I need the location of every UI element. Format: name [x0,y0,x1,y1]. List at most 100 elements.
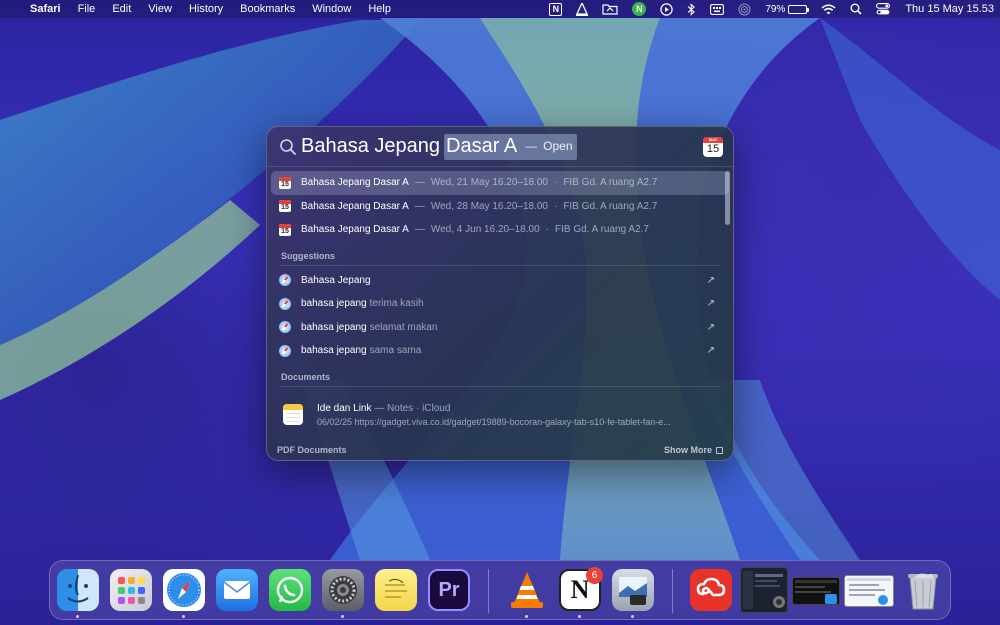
dock-preview-icon[interactable] [612,569,654,611]
event-time: Wed, 21 May 16.20–18.00 [430,177,548,189]
dock-trash-icon[interactable] [902,569,944,611]
notion-menu-icon[interactable]: N [549,2,563,16]
dock-creative-cloud-icon[interactable] [690,569,732,611]
search-icon [280,138,296,155]
event-sep: · [545,224,549,236]
folder-sync-icon[interactable] [602,2,618,16]
event-title: Bahasa Jepang Dasar A [301,224,409,236]
event-title: Bahasa Jepang Dasar A [301,177,409,189]
pdf-documents-header: PDF Documents [277,445,347,455]
notion-badge: 6 [586,567,603,584]
document-title: Ide dan Link [317,402,372,414]
wifi-icon[interactable] [821,2,836,16]
menu-file[interactable]: File [78,3,96,15]
dock-mail-icon[interactable] [216,569,258,611]
event-sep: · [553,200,558,212]
spotlight-results: 15 Bahasa Jepang Dasar A — Wed, 21 May 1… [267,167,733,434]
calendar-preview-icon: MAY 15 [703,136,723,157]
event-location: FIB Gd. A ruang A2.7 [555,224,649,236]
spotlight-footer: PDF Documents Show More [267,443,733,457]
keyboard-icon[interactable] [710,2,725,16]
open-arrow-icon: ↗ [706,345,715,357]
spotlight-search-icon[interactable] [850,2,862,16]
event-dash: — [414,224,425,236]
query-typed-text: Bahasa Jepang [301,135,441,157]
notes-icon [283,404,303,425]
dock-safari-icon[interactable] [163,569,205,611]
suggestion-text: Bahasa Jepang [301,274,371,286]
menu-history[interactable]: History [189,3,223,15]
vlc-running-dot [525,615,528,618]
menu-view[interactable]: View [148,3,172,15]
dock-system-settings-icon[interactable] [322,569,364,611]
show-more-label: Show More [663,445,712,455]
preview-running-dot [631,615,634,618]
event-title: Bahasa Jepang Dasar A [301,200,409,212]
calendar-icon: 15 [279,200,291,213]
event-result-2[interactable]: 15 Bahasa Jepang Dasar A — Wed, 28 May 1… [271,195,729,219]
menu-bar: Safari File Edit View History Bookmarks … [0,0,1000,18]
suggestion-text: bahasa jepang [301,321,367,333]
suggestion-item-3[interactable]: bahasa jepang selamat makan ↗ [271,316,729,340]
dock-whatsapp-icon[interactable] [269,569,311,611]
safari-icon [279,274,291,287]
show-more-button[interactable]: Show More [664,445,723,455]
dock-window-thumbnail-1[interactable] [740,567,788,613]
vlc-menu-icon[interactable] [576,2,589,16]
spotlight-search-input[interactable]: Bahasa Jepang Dasar A — Open [301,133,577,160]
menu-clock[interactable]: Thu 15 May 15.53 [905,3,994,15]
results-scrollbar[interactable] [725,171,730,225]
query-dash: — [525,139,538,153]
dock-launchpad-icon[interactable] [110,569,152,611]
suggestion-item-1[interactable]: Bahasa Jepang ↗ [271,269,729,293]
open-arrow-icon: ↗ [706,321,715,333]
menu-edit[interactable]: Edit [112,3,131,15]
suggestions-header: Suggestions [281,250,336,261]
event-result-3[interactable]: 15 Bahasa Jepang Dasar A — Wed, 4 Jun 16… [271,218,729,242]
dock-window-thumbnail-2[interactable] [792,577,840,605]
document-subtitle: 06/02/25 https://gadget.viva.co.id/gadge… [317,416,671,427]
event-sep: · [553,177,558,189]
event-location: FIB Gd. A ruang A2.7 [563,177,658,189]
airplay-audio-icon[interactable] [738,2,751,16]
bluetooth-icon[interactable] [687,2,696,16]
calendar-icon: 15 [279,223,291,236]
suggestions-divider [279,264,721,266]
document-title-line: Ide dan Link — Notes · iCloud [317,403,671,414]
suggestion-item-2[interactable]: bahasa jepang terima kasih ↗ [271,292,729,316]
dock-vlc-icon[interactable] [506,569,548,611]
battery-icon [788,4,810,14]
event-location: FIB Gd. A ruang A2.7 [563,200,658,212]
battery-status[interactable]: 79% [765,2,810,16]
premiere-glyph: Pr [438,579,460,601]
dock-divider-1 [488,569,489,613]
document-result[interactable]: Ide dan Link — Notes · iCloud 06/02/25 h… [271,390,729,434]
control-center-icon[interactable] [876,2,891,16]
suggestion-rest: terima kasih [369,298,424,310]
menu-app-name[interactable]: Safari [30,3,61,15]
suggestion-text: bahasa jepang [301,298,367,310]
safari-icon [279,321,291,334]
safari-running-dot [182,615,185,618]
query-autocomplete: Dasar A — Open [444,133,577,160]
open-arrow-icon: ↗ [706,274,715,286]
document-meta: — Notes · iCloud [374,402,451,414]
dock-finder-icon[interactable] [57,569,99,611]
notion-running-dot [578,615,581,618]
menu-window[interactable]: Window [312,3,351,15]
green-n-icon[interactable]: N [632,2,647,16]
event-result-1[interactable]: 15 Bahasa Jepang Dasar A — Wed, 21 May 1… [271,171,729,195]
dock-window-thumbnail-3[interactable] [844,575,894,607]
event-dash: — [414,177,425,189]
suggestion-item-4[interactable]: bahasa jepang sama sama ↗ [271,339,729,363]
query-completion-text: Dasar A [446,134,518,157]
dock-premiere-pro-icon[interactable]: Pr [428,569,470,611]
query-action-label: Open [543,139,573,153]
play-circle-icon[interactable] [660,2,674,16]
menu-help[interactable]: Help [368,3,391,15]
dock-notion-icon[interactable]: N 6 [559,567,603,611]
dock-stickies-icon[interactable] [375,569,417,611]
spotlight-panel: Bahasa Jepang Dasar A — Open MAY 15 15 B… [266,126,734,461]
menu-bookmarks[interactable]: Bookmarks [240,3,295,15]
event-dash: — [414,200,425,212]
